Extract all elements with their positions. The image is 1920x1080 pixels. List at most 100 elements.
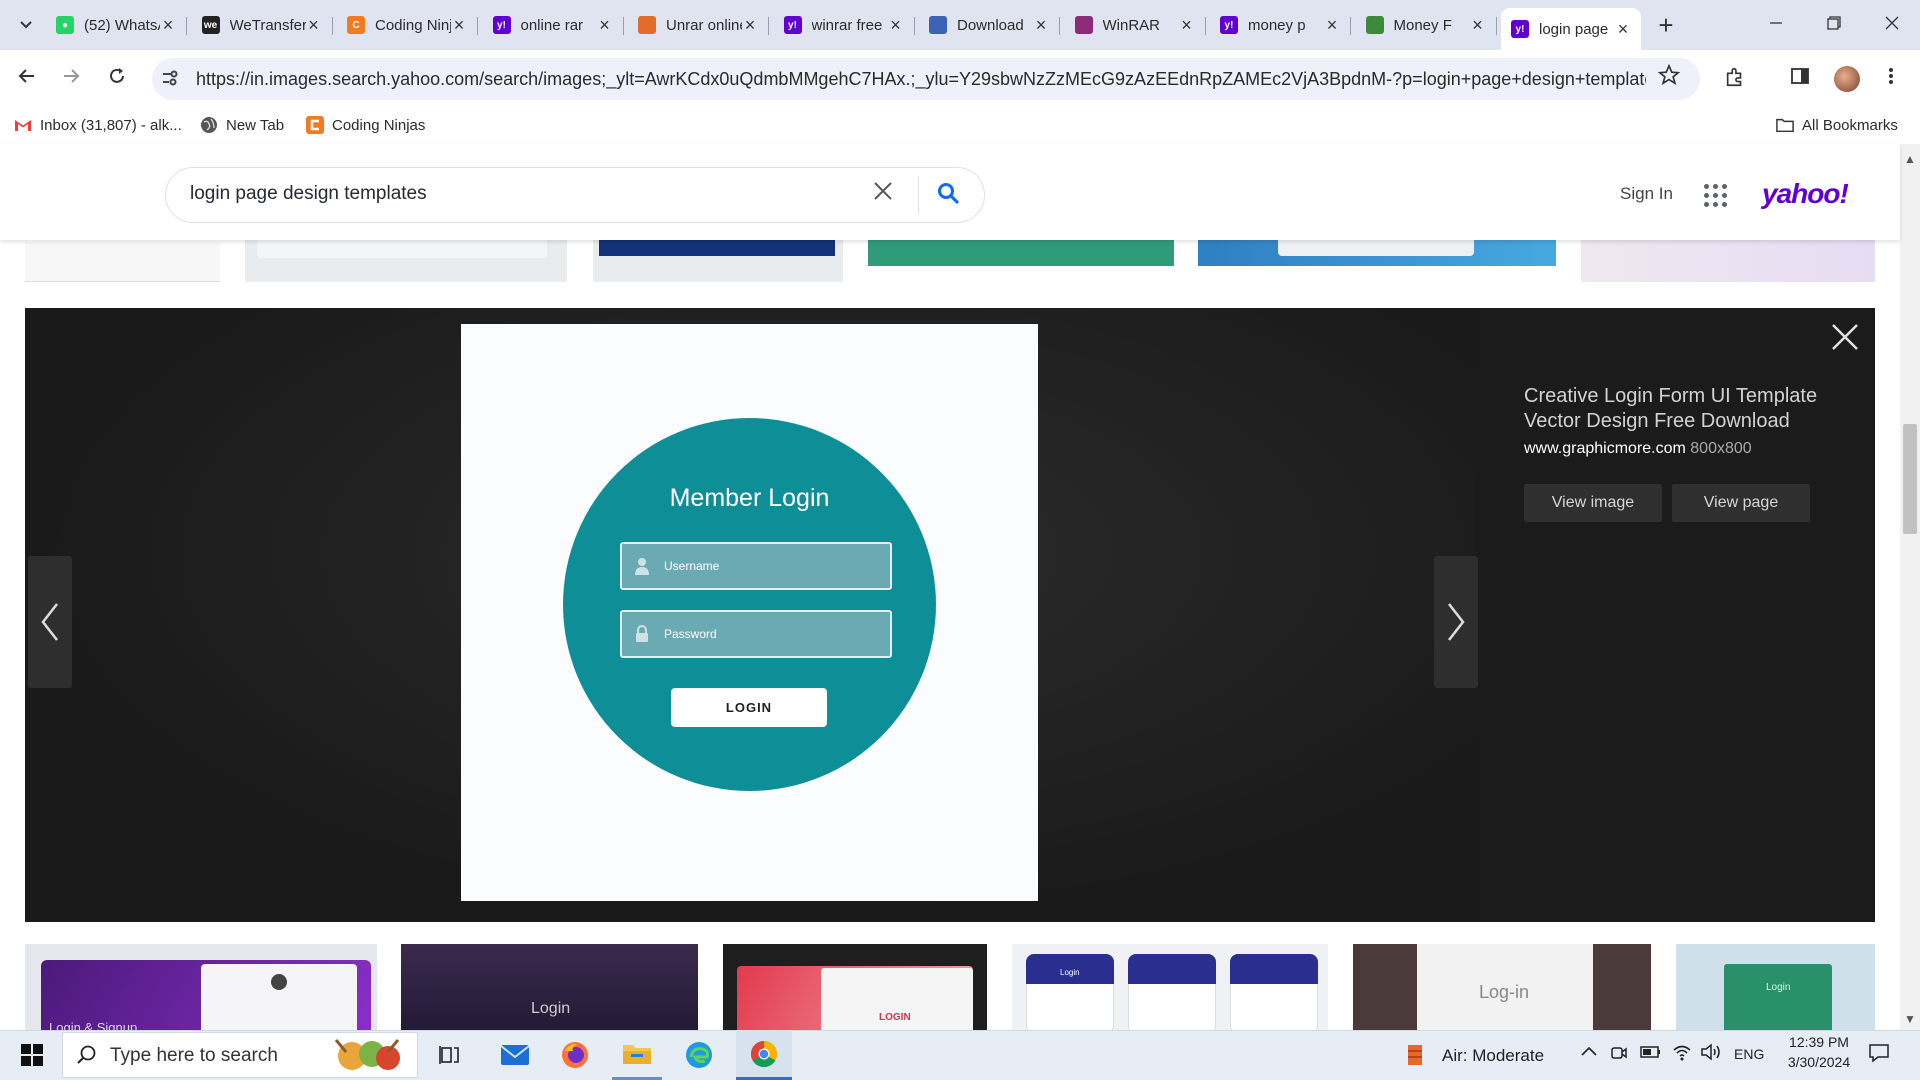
- edge-icon: [686, 1042, 712, 1068]
- close-tab-icon[interactable]: ×: [1470, 15, 1486, 36]
- show-hidden-icons-icon[interactable]: [1580, 1044, 1598, 1062]
- bookmark-coding-ninjas[interactable]: Coding Ninjas: [306, 116, 425, 134]
- wifi-icon[interactable]: [1672, 1043, 1692, 1065]
- bookmark-star-icon[interactable]: [1657, 63, 1681, 93]
- close-tab-icon[interactable]: ×: [888, 15, 904, 36]
- image-size: 800x800: [1690, 440, 1752, 457]
- battery-icon[interactable]: [1640, 1045, 1662, 1063]
- side-panel-icon[interactable]: [1790, 66, 1810, 92]
- view-page-button[interactable]: View page: [1672, 484, 1810, 522]
- new-tab-button[interactable]: +: [1652, 10, 1680, 41]
- bookmark-gmail[interactable]: Inbox (31,807) - alk...: [14, 116, 182, 134]
- thumbnail[interactable]: Login & Signup: [25, 944, 377, 1030]
- minimize-button[interactable]: [1748, 6, 1804, 42]
- scroll-up-icon[interactable]: ▲: [1904, 152, 1916, 166]
- close-viewer-button[interactable]: [1828, 320, 1862, 354]
- thumbnail[interactable]: [1581, 240, 1875, 282]
- thumbnail[interactable]: [868, 240, 1174, 266]
- search-button[interactable]: [936, 181, 960, 210]
- browser-tab[interactable]: Download ×: [919, 8, 1060, 42]
- scroll-down-icon[interactable]: ▼: [1904, 1012, 1916, 1026]
- thumbnail[interactable]: Login: [1012, 944, 1328, 1030]
- task-view-button[interactable]: [430, 1030, 470, 1080]
- thumbnail[interactable]: LOGIN: [723, 944, 987, 1030]
- taskbar-search-placeholder[interactable]: Type here to search: [110, 1045, 278, 1067]
- sign-in-link[interactable]: Sign In: [1620, 184, 1673, 204]
- start-button[interactable]: [10, 1030, 54, 1080]
- browser-tab[interactable]: ● (52) WhatsApp×: [46, 8, 187, 42]
- chrome-button[interactable]: [736, 1030, 792, 1080]
- browser-tab[interactable]: Unrar online ×: [628, 8, 769, 42]
- close-tab-icon[interactable]: ×: [597, 15, 613, 36]
- source-domain[interactable]: www.graphicmore.com: [1524, 440, 1686, 457]
- close-tab-icon[interactable]: ×: [451, 15, 467, 36]
- close-tab-icon[interactable]: ×: [1033, 15, 1049, 36]
- browser-tab[interactable]: WinRAR ×: [1065, 8, 1206, 42]
- forward-button[interactable]: [56, 64, 86, 94]
- file-explorer-button[interactable]: [612, 1030, 662, 1080]
- volume-icon[interactable]: [1700, 1043, 1722, 1065]
- close-window-button[interactable]: [1864, 6, 1920, 42]
- meet-now-icon[interactable]: [1610, 1044, 1628, 1066]
- edge-button[interactable]: [674, 1030, 724, 1080]
- all-bookmarks-button[interactable]: All Bookmarks: [1776, 116, 1898, 134]
- back-button[interactable]: [12, 64, 42, 94]
- image-source[interactable]: www.graphicmore.com 800x800: [1524, 440, 1752, 458]
- yahoo-logo[interactable]: yahoo!: [1762, 178, 1849, 210]
- thumbnail[interactable]: [25, 242, 220, 282]
- weather-status[interactable]: Air: Moderate: [1442, 1046, 1544, 1066]
- previous-image-button[interactable]: [28, 556, 72, 688]
- close-tab-icon[interactable]: ×: [160, 15, 176, 36]
- more-menu-icon[interactable]: [1888, 66, 1894, 92]
- firefox-button[interactable]: [550, 1030, 600, 1080]
- extensions-icon[interactable]: [1724, 66, 1746, 94]
- thumbnail[interactable]: [1198, 240, 1556, 266]
- notifications-icon[interactable]: [1868, 1043, 1890, 1067]
- search-input[interactable]: login page design templates: [190, 183, 427, 205]
- close-tab-icon[interactable]: ×: [742, 15, 758, 36]
- browser-tab[interactable]: C Coding Ninjas×: [337, 8, 478, 42]
- bookmark-new-tab[interactable]: New Tab: [200, 116, 284, 134]
- restore-button[interactable]: [1806, 6, 1862, 42]
- thumbnail[interactable]: Log-in: [1353, 944, 1651, 1030]
- close-tab-icon[interactable]: ×: [1179, 15, 1195, 36]
- browser-tab[interactable]: y! money p ×: [1210, 8, 1351, 42]
- tab-separator: [1204, 17, 1206, 35]
- close-tab-icon[interactable]: ×: [306, 15, 322, 36]
- tab-search-button[interactable]: [12, 10, 40, 38]
- coding-ninjas-icon: C: [347, 16, 365, 34]
- clock[interactable]: 12:39 PM 3/30/2024: [1784, 1034, 1854, 1070]
- browser-tab[interactable]: y! winrar free ×: [774, 8, 915, 42]
- page-scrollbar[interactable]: [1900, 144, 1920, 1030]
- scrollbar-thumb[interactable]: [1903, 424, 1917, 534]
- chrome-icon: [750, 1040, 778, 1067]
- next-image-button[interactable]: [1434, 556, 1478, 688]
- weather-icon[interactable]: [1400, 1030, 1430, 1080]
- close-tab-icon[interactable]: ×: [1615, 19, 1631, 40]
- thumbnail[interactable]: [245, 240, 567, 282]
- search-highlight-icon[interactable]: [322, 1034, 414, 1076]
- browser-tab[interactable]: y! online rar ×: [483, 8, 624, 42]
- username-field: Username: [620, 542, 892, 590]
- thumbnail[interactable]: [593, 240, 843, 282]
- site-info-icon[interactable]: [160, 68, 180, 93]
- password-placeholder: Password: [664, 627, 717, 641]
- clear-search-button[interactable]: [872, 177, 894, 209]
- browser-tab[interactable]: we WeTransfer ×: [192, 8, 333, 42]
- view-image-button[interactable]: View image: [1524, 484, 1662, 522]
- url-text[interactable]: https://in.images.search.yahoo.com/searc…: [196, 69, 1646, 90]
- folder-icon: [1776, 116, 1794, 134]
- lock-icon: [634, 625, 650, 648]
- browser-tab[interactable]: y! login page ×: [1501, 8, 1641, 50]
- thumbnail[interactable]: Login: [1676, 944, 1875, 1030]
- language-indicator[interactable]: ENG: [1734, 1046, 1764, 1062]
- close-icon: [874, 182, 892, 200]
- username-placeholder: Username: [664, 559, 720, 573]
- thumbnail[interactable]: Login: [401, 944, 698, 1030]
- browser-tab[interactable]: Money F ×: [1356, 8, 1497, 42]
- close-tab-icon[interactable]: ×: [1324, 15, 1340, 36]
- apps-grid-icon[interactable]: [1704, 184, 1727, 207]
- mail-app-button[interactable]: [490, 1030, 540, 1080]
- profile-avatar[interactable]: [1834, 66, 1860, 92]
- reload-button[interactable]: [102, 64, 132, 94]
